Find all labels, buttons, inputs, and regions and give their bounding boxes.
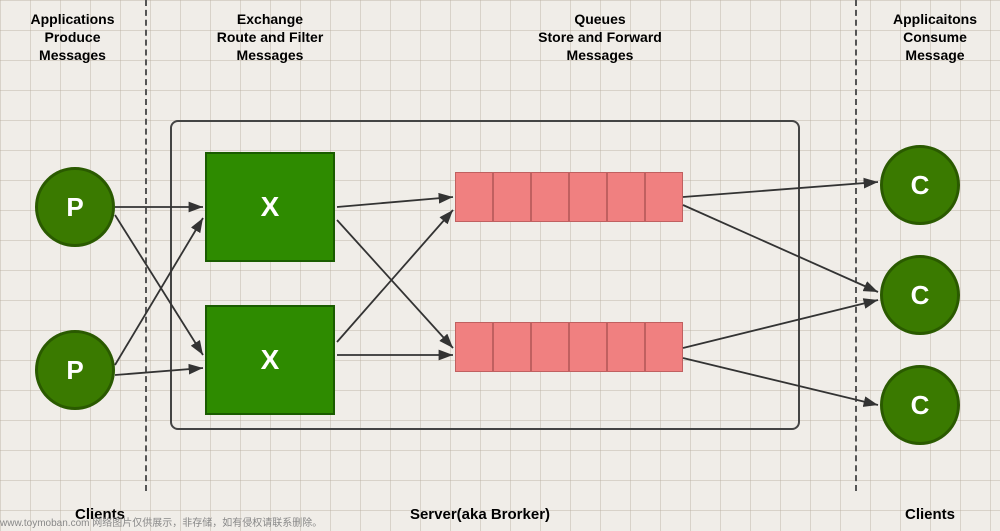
exchange-box-1: X — [205, 152, 335, 262]
consumer-circle-3: C — [880, 365, 960, 445]
label-top-right: Applicaitons Consume Message — [870, 10, 1000, 65]
exchange-box-2: X — [205, 305, 335, 415]
consumer-circle-2: C — [880, 255, 960, 335]
queue-cell — [607, 322, 645, 372]
diagram-container: Applications Produce Messages Exchange R… — [0, 0, 1000, 531]
queue-cell — [493, 172, 531, 222]
queue-cell — [569, 172, 607, 222]
queue-cell — [493, 322, 531, 372]
queue-cell — [645, 172, 683, 222]
dashed-line-left — [145, 0, 147, 491]
queue-cell — [607, 172, 645, 222]
queue-cell — [455, 322, 493, 372]
label-top-exchange: Exchange Route and Filter Messages — [170, 10, 370, 65]
queue-cell — [531, 322, 569, 372]
watermark: www.toymoban.com 网络图片仅供展示，非存储，如有侵权请联系删除。 — [0, 514, 322, 529]
queue-cell — [645, 322, 683, 372]
queue-1 — [455, 172, 683, 222]
queue-2 — [455, 322, 683, 372]
queue-cell — [531, 172, 569, 222]
consumer-circle-1: C — [880, 145, 960, 225]
label-top-queue: Queues Store and Forward Messages — [450, 10, 750, 65]
dashed-line-right — [855, 0, 857, 491]
label-top-left: Applications Produce Messages — [0, 10, 145, 65]
queue-cell — [455, 172, 493, 222]
label-bottom-right: Clients — [870, 506, 990, 523]
label-bottom-center: Server(aka Brorker) — [320, 506, 640, 523]
producer-circle-2: P — [35, 330, 115, 410]
producer-circle-1: P — [35, 167, 115, 247]
queue-cell — [569, 322, 607, 372]
